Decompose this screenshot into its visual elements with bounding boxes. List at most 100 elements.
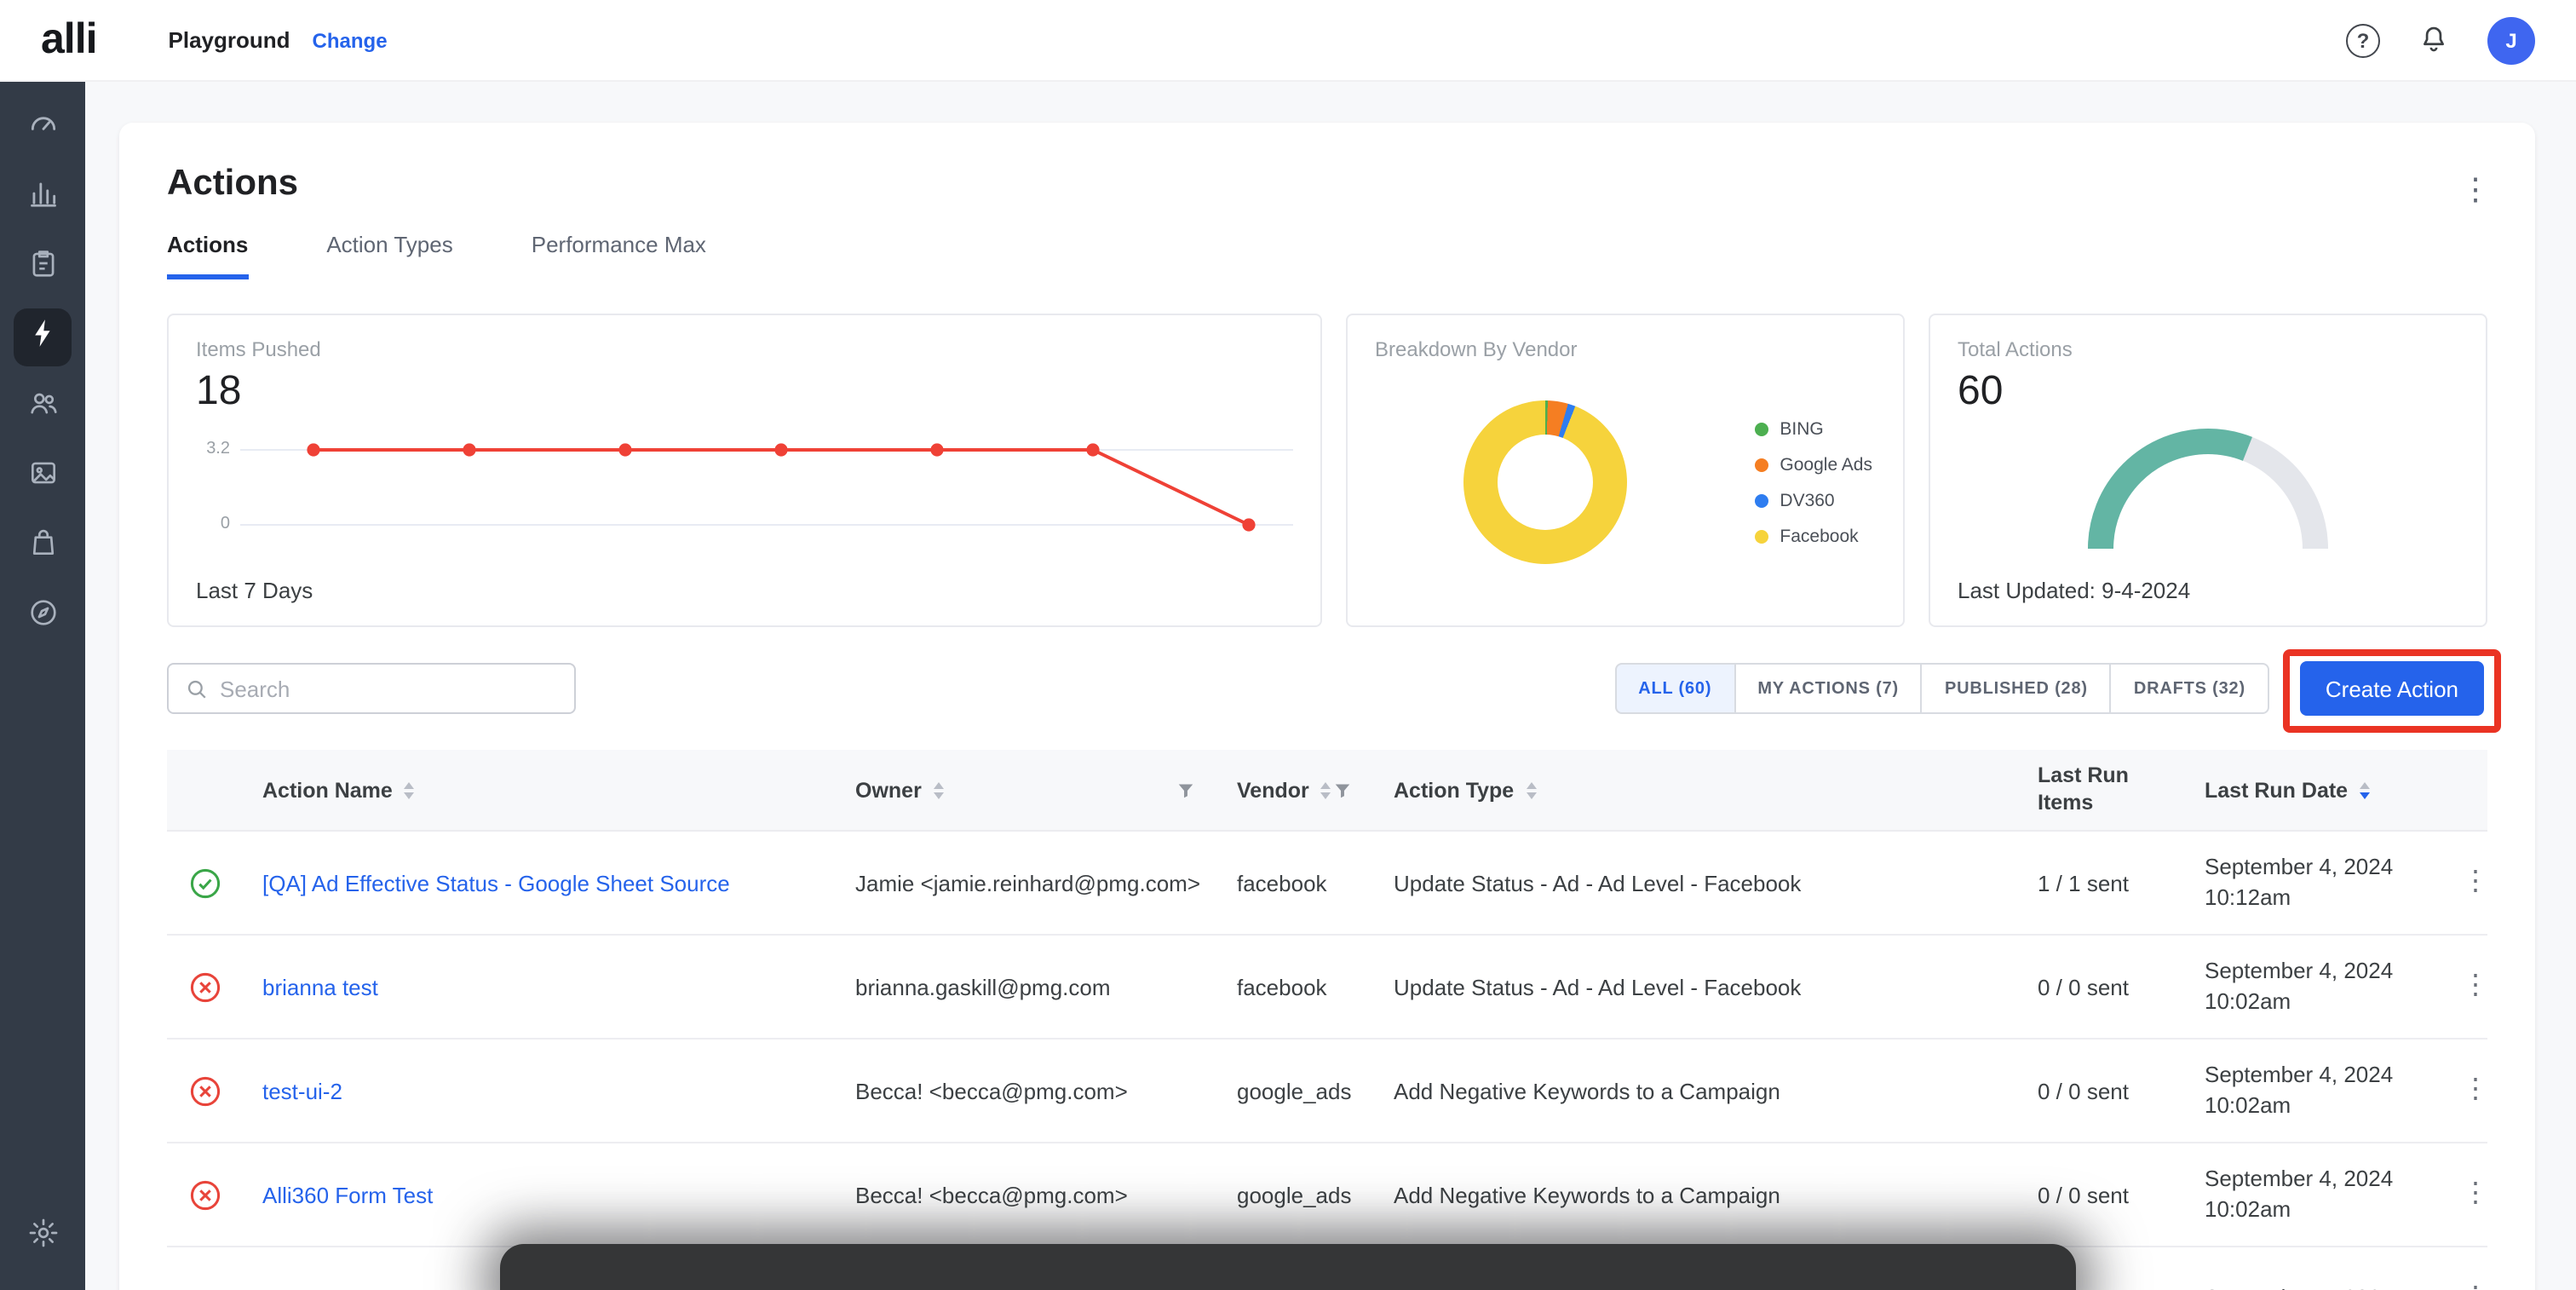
filter-funnel-icon[interactable]	[1176, 780, 1196, 800]
search-input[interactable]	[220, 676, 557, 701]
column-label: Action Type	[1394, 778, 1514, 802]
sidebar-item-audiences[interactable]	[14, 378, 72, 436]
sidebar-item-settings[interactable]	[14, 1208, 72, 1266]
create-action-wrapper: Create Action	[2300, 661, 2484, 716]
create-action-button[interactable]: Create Action	[2300, 661, 2484, 716]
status-error-icon	[188, 1074, 221, 1107]
column-label: Action Name	[262, 778, 393, 802]
vendor-cell: google_ads	[1216, 1182, 1373, 1207]
change-workspace-link[interactable]: Change	[313, 29, 388, 53]
vendor-column-header[interactable]: Vendor	[1216, 778, 1373, 802]
sort-icon[interactable]	[934, 781, 944, 798]
last-run-date-cell: September 4, 2024 10:12am	[2184, 853, 2453, 913]
search-box[interactable]	[167, 663, 576, 714]
last-run-date-cell: September 4, 2024	[2184, 1283, 2453, 1290]
owner-cell: brianna.gaskill@pmg.com	[835, 974, 1216, 999]
table-row[interactable]: Alli360 Form Test Becca! <becca@pmg.com>…	[167, 1143, 2487, 1247]
sort-icon[interactable]	[1321, 781, 1331, 798]
sidebar-item-shopping[interactable]	[14, 518, 72, 576]
action-name-link[interactable]: [QA] Ad Effective Status - Google Sheet …	[262, 870, 730, 896]
clipboard-icon	[26, 247, 59, 288]
last-run-items-column-header: Last Run Items	[2017, 763, 2184, 817]
filter-funnel-icon[interactable]	[1332, 780, 1353, 800]
time-line: 10:12am	[2205, 883, 2453, 913]
sidebar-item-dashboard[interactable]	[14, 99, 72, 157]
actions-table: Action Name Owner Vendor Action T	[167, 750, 2487, 1290]
action-type-cell: Update Status - Ad - Ad Level - Facebook	[1373, 974, 2017, 999]
total-actions-label: Total Actions	[1958, 337, 2458, 361]
action-name-link[interactable]: brianna test	[262, 974, 378, 999]
total-actions-gauge	[1958, 423, 2458, 556]
owner-column-header[interactable]: Owner	[835, 778, 1216, 802]
filter-all[interactable]: ALL (60)	[1614, 663, 1735, 714]
time-line: 10:02am	[2205, 1091, 2453, 1120]
y-max-label: 3.2	[206, 440, 230, 458]
legend-item-bing: BING	[1754, 418, 1872, 439]
actions-card: ⋮ Actions Actions Action Types Performan…	[119, 123, 2535, 1290]
action-name-link[interactable]: Alli360 Form Test	[262, 1182, 433, 1207]
compass-icon	[26, 596, 59, 637]
time-line: 10:02am	[2205, 987, 2453, 1016]
sidebar-item-planner[interactable]	[14, 239, 72, 297]
action-type-cell: Add Negative Keywords to a Campaign	[1373, 1182, 2017, 1207]
items-pushed-card: Items Pushed 18 3.2 0 Last 7 Days	[167, 314, 1322, 627]
sort-icon-active[interactable]	[2360, 781, 2370, 798]
filter-published[interactable]: PUBLISHED (28)	[1921, 663, 2112, 714]
last-run-date-column-header[interactable]: Last Run Date	[2184, 778, 2453, 802]
sidebar	[0, 82, 85, 1290]
action-type-column-header[interactable]: Action Type	[1373, 778, 2017, 802]
vendor-legend: BING Google Ads DV360 Facebook	[1754, 418, 1872, 546]
table-row[interactable]: brianna test brianna.gaskill@pmg.com fac…	[167, 936, 2487, 1039]
row-menu-button[interactable]: ⋮	[2462, 1077, 2489, 1104]
sidebar-item-actions[interactable]	[14, 308, 72, 366]
legend-label: Facebook	[1780, 526, 1858, 546]
vendor-breakdown-label: Breakdown By Vendor	[1375, 337, 1876, 361]
vendor-cell: facebook	[1216, 870, 1373, 896]
total-actions-value: 60	[1958, 368, 2458, 416]
tab-performance-max[interactable]: Performance Max	[532, 232, 706, 279]
gear-icon	[26, 1217, 59, 1258]
row-menu-button[interactable]: ⋮	[2462, 869, 2489, 896]
workspace-name: Playground	[169, 27, 290, 53]
legend-label: DV360	[1780, 490, 1834, 510]
avatar[interactable]: J	[2487, 16, 2535, 64]
filter-drafts[interactable]: DRAFTS (32)	[2110, 663, 2269, 714]
owner-cell: Becca! <becca@pmg.com>	[835, 1182, 1216, 1207]
legend-dot	[1754, 458, 1768, 471]
column-label: Owner	[855, 778, 922, 802]
stats-row: Items Pushed 18 3.2 0 Last 7 Days Breakd…	[167, 314, 2487, 627]
sidebar-item-explore[interactable]	[14, 588, 72, 646]
row-menu-button[interactable]: ⋮	[2462, 1181, 2489, 1208]
help-icon[interactable]	[2346, 23, 2380, 57]
row-menu-button[interactable]: ⋮	[2462, 973, 2489, 1000]
app-logo[interactable]: alli	[41, 15, 97, 65]
shopping-bag-icon	[26, 527, 59, 567]
vendor-cell: facebook	[1216, 974, 1373, 999]
action-name-link[interactable]: test-ui-2	[262, 1078, 342, 1103]
tab-action-types[interactable]: Action Types	[326, 232, 452, 279]
date-line: September 4, 2024	[2205, 1283, 2453, 1290]
action-name-column-header[interactable]: Action Name	[242, 778, 835, 802]
row-menu-button[interactable]: ⋮	[2462, 1285, 2489, 1290]
filter-my-actions[interactable]: MY ACTIONS (7)	[1734, 663, 1923, 714]
table-row[interactable]: test-ui-2 Becca! <becca@pmg.com> google_…	[167, 1039, 2487, 1143]
sidebar-item-reports[interactable]	[14, 169, 72, 227]
dock-shadow	[500, 1244, 2076, 1290]
workspace-switcher: Playground Change	[169, 27, 388, 53]
column-label: Last Run Date	[2205, 778, 2348, 802]
legend-label: Google Ads	[1780, 454, 1872, 475]
sort-icon[interactable]	[405, 781, 415, 798]
notifications-bell-icon[interactable]	[2418, 24, 2450, 56]
sidebar-item-creative[interactable]	[14, 448, 72, 506]
items-pushed-footer: Last 7 Days	[196, 578, 1293, 603]
tab-bar: Actions Action Types Performance Max	[167, 232, 2487, 279]
last-run-items-cell: 1 / 1 sent	[2017, 870, 2184, 896]
last-run-items-cell: 0 / 0 sent	[2017, 1182, 2184, 1207]
date-line: September 4, 2024	[2205, 853, 2453, 883]
table-toolbar: ALL (60) MY ACTIONS (7) PUBLISHED (28) D…	[167, 661, 2487, 716]
table-row[interactable]: [QA] Ad Effective Status - Google Sheet …	[167, 832, 2487, 936]
card-menu-button[interactable]: ⋮	[2460, 174, 2491, 204]
sort-icon[interactable]	[1526, 781, 1536, 798]
vendor-donut-chart	[1463, 400, 1627, 564]
tab-actions[interactable]: Actions	[167, 232, 248, 279]
